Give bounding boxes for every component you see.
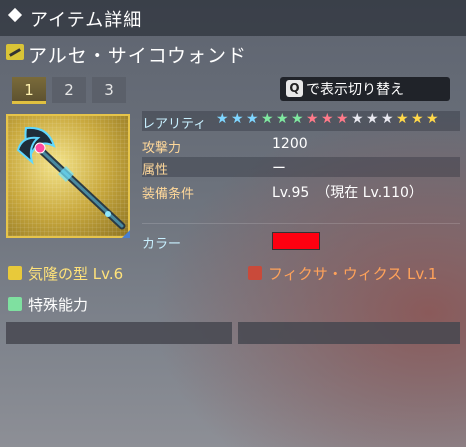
item-thumbnail bbox=[6, 114, 130, 238]
color-swatch bbox=[272, 232, 320, 250]
toggle-label: で表示切り替え bbox=[306, 82, 404, 98]
rarity-star-icon: ★ bbox=[216, 111, 229, 127]
rarity-star-icon: ★ bbox=[426, 111, 439, 127]
wand-image-icon bbox=[16, 126, 126, 230]
potential-label: 気隆の型 Lv.6 bbox=[28, 265, 124, 283]
rarity-star-icon: ★ bbox=[351, 111, 364, 127]
rarity-star-icon: ★ bbox=[366, 111, 379, 127]
special-ability-slot-2 bbox=[238, 322, 460, 344]
color-label: カラー bbox=[142, 237, 182, 252]
tab-3[interactable]: 3 bbox=[92, 77, 126, 103]
rarity-star-icon: ★ bbox=[276, 111, 289, 127]
rarity-star-icon: ★ bbox=[291, 111, 304, 127]
divider bbox=[142, 223, 460, 224]
page-title: アイテム詳細 bbox=[30, 10, 143, 31]
rarity-star-icon: ★ bbox=[381, 111, 394, 127]
fixa-icon bbox=[248, 266, 262, 280]
potential-icon bbox=[8, 266, 22, 280]
tab-2[interactable]: 2 bbox=[52, 77, 86, 103]
fixa-label: フィクサ・ウィクス Lv.1 bbox=[268, 265, 438, 283]
q-key-icon: Q bbox=[286, 80, 303, 97]
rarity-stars: ★ ★ ★ ★ ★ ★ ★ ★ ★ ★ ★ ★ ★ ★ ★ bbox=[216, 111, 441, 127]
attack-label: 攻撃力 bbox=[142, 141, 182, 156]
rarity-label: レアリティ bbox=[142, 117, 207, 132]
element-value: ー bbox=[272, 161, 286, 177]
thumbnail-corner-marker bbox=[122, 230, 130, 238]
rarity-star-icon: ★ bbox=[306, 111, 319, 127]
rarity-star-icon: ★ bbox=[396, 111, 409, 127]
rarity-star-icon: ★ bbox=[261, 111, 274, 127]
attack-value: 1200 bbox=[272, 136, 308, 152]
element-label: 属性 bbox=[142, 163, 169, 178]
item-name: アルセ・サイコウォンド bbox=[28, 45, 248, 67]
rarity-star-icon: ★ bbox=[231, 111, 244, 127]
requirement-value: Lv.95 （現在 Lv.110） bbox=[272, 185, 423, 201]
wand-category-icon bbox=[6, 44, 24, 60]
rarity-star-icon: ★ bbox=[246, 111, 259, 127]
stat-row-element bbox=[142, 157, 460, 177]
rarity-star-icon: ★ bbox=[411, 111, 424, 127]
special-ability-icon bbox=[8, 297, 22, 311]
rarity-star-icon: ★ bbox=[336, 111, 349, 127]
requirement-label: 装備条件 bbox=[142, 187, 195, 202]
tab-1[interactable]: 1 bbox=[12, 77, 46, 104]
special-ability-slot-1 bbox=[6, 322, 232, 344]
rarity-star-icon: ★ bbox=[321, 111, 334, 127]
special-ability-label: 特殊能力 bbox=[28, 296, 89, 314]
